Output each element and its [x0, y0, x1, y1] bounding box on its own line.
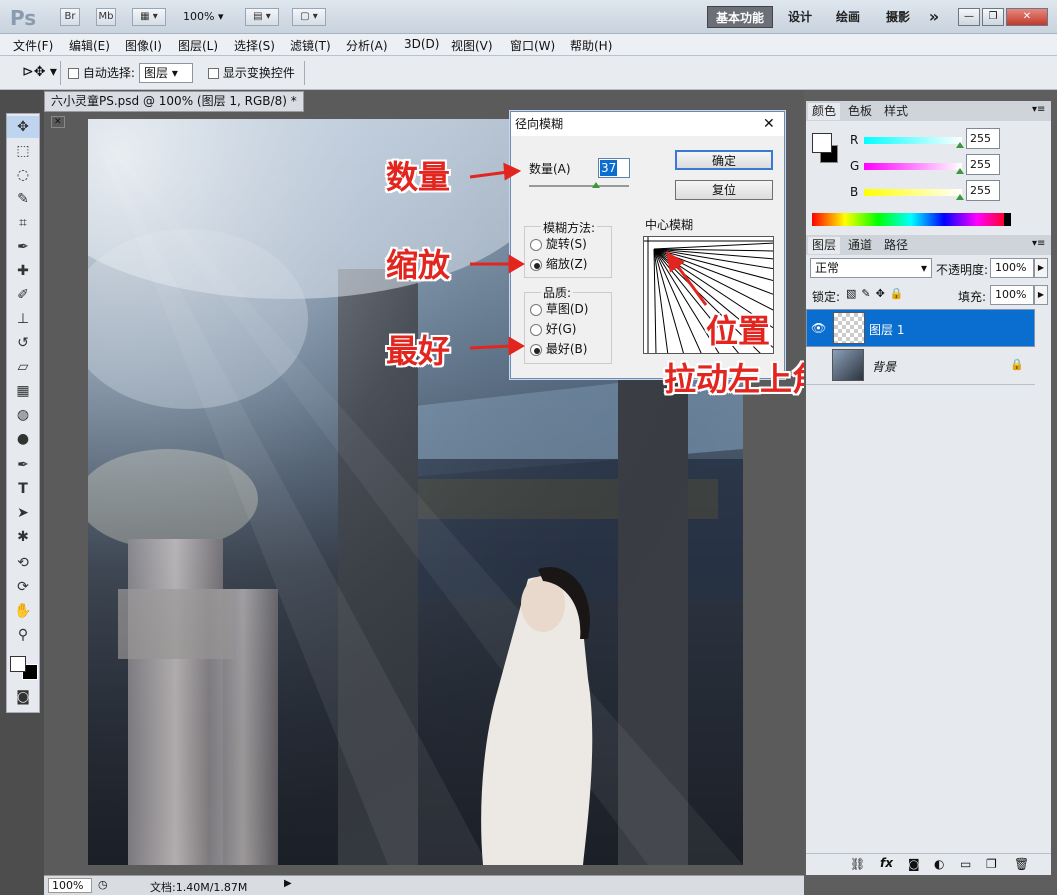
add-mask-icon[interactable]: ◙: [908, 857, 920, 871]
lock-icon: 🔒: [1010, 358, 1024, 371]
layer-visibility-eye-icon[interactable]: 👁: [811, 321, 826, 335]
color-panel: 颜色 色板 样式 ▾≡ R 255 G 255 B 255: [806, 101, 1051, 235]
channel-g-value[interactable]: 255: [966, 154, 1000, 175]
foreground-color-swatch[interactable]: [812, 133, 832, 153]
layers-panel-menu-icon[interactable]: ▾≡: [1032, 238, 1045, 249]
channel-b-value[interactable]: 255: [966, 180, 1000, 201]
status-menu-arrow-icon[interactable]: ▶: [284, 878, 292, 889]
new-group-icon[interactable]: ▭: [960, 857, 971, 871]
channel-b-label: B: [850, 185, 859, 199]
channel-r-slider[interactable]: [864, 137, 962, 144]
color-panel-menu-icon[interactable]: ▾≡: [1032, 104, 1045, 115]
fill-label: 填充:: [958, 290, 987, 304]
layer-row-background[interactable]: 背景 🔒: [806, 347, 1035, 385]
tab-paths[interactable]: 路径: [880, 237, 912, 254]
layer-row-1[interactable]: 👁 图层 1: [806, 309, 1035, 347]
tab-channels[interactable]: 通道: [844, 237, 876, 254]
tab-color[interactable]: 颜色: [808, 103, 841, 120]
opacity-arrow-icon[interactable]: ▶: [1034, 258, 1048, 278]
opacity-input[interactable]: 100%: [990, 258, 1034, 278]
channel-r-handle[interactable]: [956, 142, 964, 148]
fill-arrow-icon[interactable]: ▶: [1034, 285, 1048, 305]
layers-footer: ⛓ fx ◙ ◐ ▭ ❐ 🗑: [806, 853, 1051, 875]
status-bar: 100% ◷ 文档:1.40M/1.87M ▶: [44, 875, 804, 895]
lock-label: 锁定:: [812, 290, 841, 304]
channel-g-slider[interactable]: [864, 163, 962, 170]
fill-input[interactable]: 100%: [990, 285, 1034, 305]
channel-r-value[interactable]: 255: [966, 128, 1000, 149]
background-layer-thumbnail: [832, 349, 864, 381]
delete-layer-icon[interactable]: 🗑: [1014, 857, 1029, 871]
link-layers-icon[interactable]: ⛓: [850, 857, 865, 871]
new-layer-icon[interactable]: ❐: [986, 857, 997, 871]
layers-panel: 图层 通道 路径 ▾≡ 正常 ▾ 不透明度: 100% ▶ 锁定: ▧✎✥🔒 填充…: [806, 235, 1051, 875]
lock-icons[interactable]: ▧✎✥🔒: [846, 287, 909, 300]
status-info-icon[interactable]: ◷: [98, 878, 108, 891]
color-spectrum-bar[interactable]: [812, 213, 1010, 226]
tab-styles[interactable]: 样式: [880, 103, 912, 120]
document-size: 文档:1.40M/1.87M: [150, 881, 248, 894]
fx-icon[interactable]: fx: [880, 856, 893, 870]
layer-1-thumbnail: [833, 312, 865, 344]
opacity-label: 不透明度:: [936, 263, 989, 277]
blend-mode-dropdown[interactable]: 正常 ▾: [810, 258, 932, 278]
channel-b-handle[interactable]: [956, 194, 964, 200]
adjustment-layer-icon[interactable]: ◐: [934, 857, 944, 871]
channel-g-handle[interactable]: [956, 168, 964, 174]
status-zoom-field[interactable]: 100%: [48, 878, 92, 893]
background-layer-name[interactable]: 背景: [872, 358, 896, 375]
layer-1-name[interactable]: 图层 1: [869, 321, 904, 338]
tab-layers[interactable]: 图层: [808, 237, 841, 254]
tab-swatches[interactable]: 色板: [844, 103, 876, 120]
channel-r-label: R: [850, 133, 859, 147]
channel-b-slider[interactable]: [864, 189, 962, 196]
channel-g-label: G: [850, 159, 860, 173]
